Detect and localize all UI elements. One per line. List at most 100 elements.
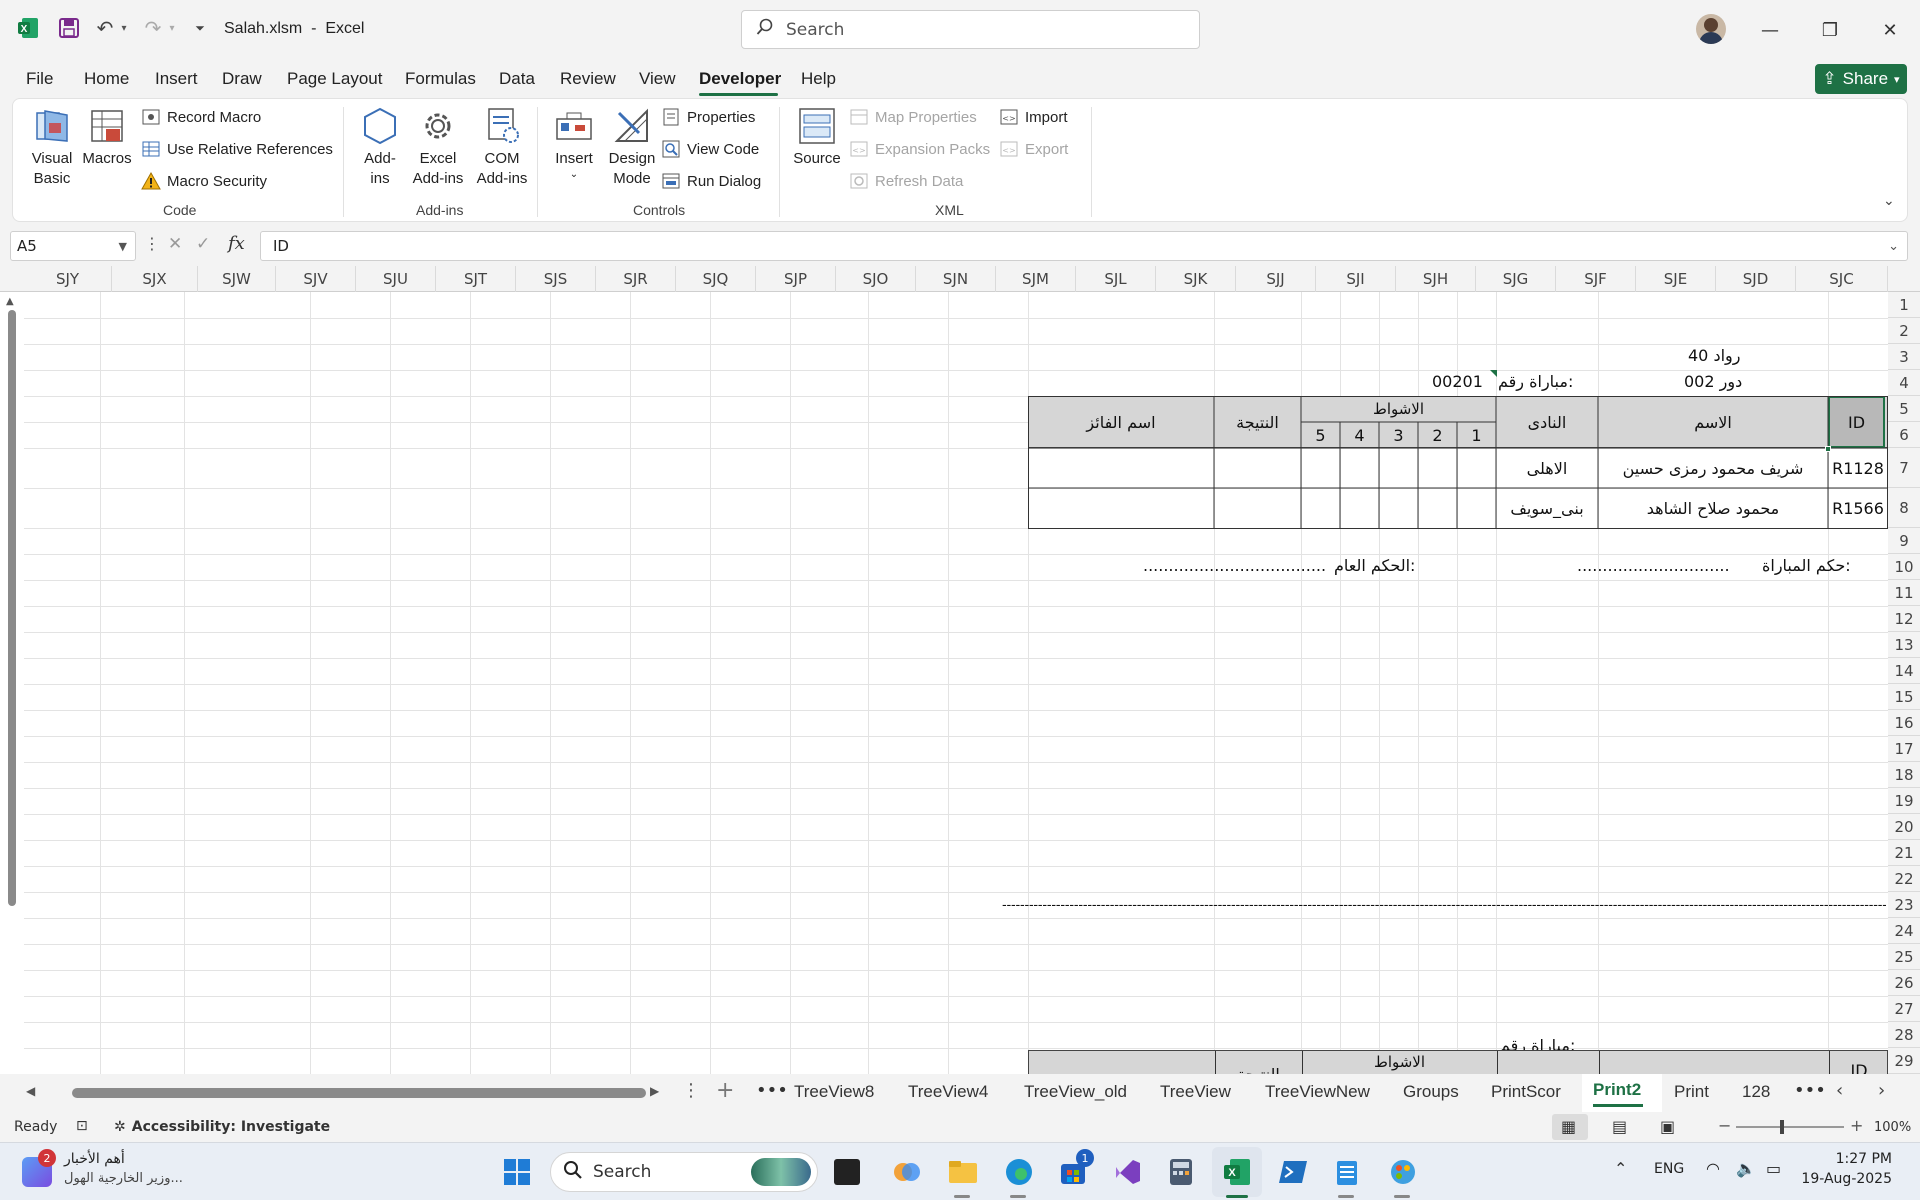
row-header[interactable]: 7 (1888, 448, 1920, 488)
view-code-button[interactable]: View Code (661, 139, 759, 159)
column-header[interactable]: SJO (836, 266, 916, 292)
save-icon[interactable] (58, 17, 80, 39)
column-header[interactable]: SJS (516, 266, 596, 292)
use-relative-references-button[interactable]: Use Relative References (141, 139, 333, 159)
zoom-in-icon[interactable]: + (1850, 1116, 1863, 1135)
column-header[interactable]: SJK (1156, 266, 1236, 292)
add-ins-button[interactable]: Add- ins (357, 105, 403, 189)
insert-function-icon[interactable]: fx (228, 233, 245, 254)
sheet-tab-groups[interactable]: Groups (1403, 1082, 1459, 1102)
tab-file[interactable]: File (26, 69, 53, 89)
expansion-packs-button[interactable]: <> Expansion Packs (849, 139, 990, 159)
column-header[interactable]: SJN (916, 266, 996, 292)
row-header[interactable]: 10 (1888, 554, 1920, 580)
record-macro-button[interactable]: Record Macro (141, 107, 261, 127)
tab-review[interactable]: Review (560, 69, 616, 89)
import-button[interactable]: <> Import (999, 107, 1068, 127)
column-header[interactable]: SJW (198, 266, 276, 292)
search-input[interactable]: Search (741, 10, 1200, 49)
tab-data[interactable]: Data (499, 69, 535, 89)
insert-controls-button[interactable]: Insert ⌄ (551, 105, 597, 181)
macros-button[interactable]: Macros (81, 105, 133, 169)
tab-view[interactable]: View (639, 69, 676, 89)
tab-insert[interactable]: Insert (155, 69, 198, 89)
show-hidden-icons[interactable]: ⌃ (1614, 1159, 1627, 1178)
column-header[interactable]: SJH (1396, 266, 1476, 292)
sheet-tab-128[interactable]: 128 (1742, 1082, 1770, 1102)
notepad-icon[interactable] (1330, 1155, 1364, 1189)
tab-formulas[interactable]: Formulas (405, 69, 476, 89)
fill-handle[interactable] (1825, 446, 1831, 452)
com-add-ins-button[interactable]: COM Add-ins (471, 105, 533, 189)
sheet-tab-treeview8[interactable]: TreeView8 (794, 1082, 874, 1102)
zoom-level[interactable]: 100% (1874, 1120, 1911, 1135)
export-button[interactable]: <> Export (999, 139, 1068, 159)
row-header[interactable]: 23 (1888, 892, 1920, 918)
redo-dropdown-icon[interactable]: ▾ (167, 20, 177, 36)
news-subtitle[interactable]: وزير الخارجية الهول... (64, 1171, 183, 1186)
excel-taskbar-icon[interactable]: X (1220, 1155, 1254, 1189)
row-header[interactable]: 21 (1888, 840, 1920, 866)
zoom-out-icon[interactable]: − (1718, 1116, 1731, 1135)
avatar[interactable] (1696, 14, 1726, 44)
news-title[interactable]: أهم الأخبار (64, 1151, 125, 1167)
enter-icon[interactable]: ✓ (196, 234, 210, 254)
scroll-up-icon[interactable]: ▲ (6, 296, 14, 307)
sheet-tab-print[interactable]: Print (1674, 1082, 1709, 1102)
visual-studio-icon[interactable] (1110, 1155, 1144, 1189)
expand-formula-icon[interactable]: ⌄ (1888, 239, 1899, 254)
more-options-icon[interactable]: ⋮ (144, 234, 160, 253)
row-header[interactable]: 28 (1888, 1022, 1920, 1048)
accessibility-status[interactable]: ✲ Accessibility: Investigate (114, 1119, 330, 1135)
row-header[interactable]: 22 (1888, 866, 1920, 892)
page-break-view-icon[interactable]: ▣ (1660, 1117, 1675, 1136)
column-header[interactable]: SJL (1076, 266, 1156, 292)
tab-page-layout[interactable]: Page Layout (287, 69, 382, 89)
column-header[interactable]: SJF (1556, 266, 1636, 292)
design-mode-button[interactable]: Design Mode (603, 105, 661, 189)
row-header[interactable]: 8 (1888, 488, 1920, 528)
row-header[interactable]: 24 (1888, 918, 1920, 944)
sheet-tab-printscor[interactable]: PrintScor (1491, 1082, 1561, 1102)
customize-qat-icon[interactable]: ⏷ (193, 18, 207, 38)
tab-draw[interactable]: Draw (222, 69, 262, 89)
row-header[interactable]: 2 (1888, 318, 1920, 344)
normal-view-icon[interactable]: ▦ (1561, 1117, 1576, 1136)
properties-button[interactable]: Properties (661, 107, 755, 127)
row-header[interactable]: 3 (1888, 344, 1920, 370)
next-sheet-icon[interactable]: › (1878, 1080, 1885, 1101)
row-header[interactable]: 20 (1888, 814, 1920, 840)
page-layout-view-icon[interactable]: ▤ (1612, 1117, 1627, 1136)
input-language[interactable]: ENG (1654, 1161, 1684, 1177)
column-header[interactable]: SJI (1316, 266, 1396, 292)
run-dialog-button[interactable]: Run Dialog (661, 171, 761, 191)
battery-icon[interactable]: ▭ (1766, 1159, 1781, 1178)
sheet-tab-treeview[interactable]: TreeView (1160, 1082, 1231, 1102)
row-header[interactable]: 29 (1888, 1048, 1920, 1074)
visual-basic-button[interactable]: Visual Basic (27, 105, 77, 189)
tab-help[interactable]: Help (801, 69, 836, 89)
worksheet-grid[interactable]: SJY SJX SJW SJV SJU SJT SJS SJR SJQ SJP SJO SJN SJM S… (0, 266, 1920, 1074)
taskbar-search[interactable]: Search (550, 1152, 818, 1192)
map-properties-button[interactable]: Map Properties (849, 107, 977, 127)
row-header[interactable]: 18 (1888, 762, 1920, 788)
prev-sheet-icon[interactable]: ‹ (1836, 1080, 1843, 1101)
more-sheets-icon[interactable]: ••• (756, 1080, 788, 1101)
file-explorer-icon[interactable] (946, 1155, 980, 1189)
sheet-tab-print2[interactable]: Print2 (1593, 1080, 1641, 1100)
row-header[interactable]: 4 (1888, 370, 1920, 396)
windows-start-icon[interactable] (500, 1155, 534, 1189)
task-view-icon[interactable] (834, 1159, 860, 1185)
split-handle-icon[interactable]: ⋮ (682, 1080, 700, 1101)
row-header[interactable]: 19 (1888, 788, 1920, 814)
clock-date[interactable]: 19-Aug-2025 (1800, 1171, 1892, 1187)
sheet-tab-treeview4[interactable]: TreeView4 (908, 1082, 988, 1102)
row-header[interactable]: 9 (1888, 528, 1920, 554)
row-header[interactable]: 14 (1888, 658, 1920, 684)
redo-icon[interactable]: ↷ (142, 16, 164, 40)
row-header[interactable]: 15 (1888, 684, 1920, 710)
row-header[interactable]: 11 (1888, 580, 1920, 606)
scroll-right-icon[interactable]: ▶ (650, 1084, 659, 1098)
row-header[interactable]: 27 (1888, 996, 1920, 1022)
column-header[interactable]: SJJ (1236, 266, 1316, 292)
